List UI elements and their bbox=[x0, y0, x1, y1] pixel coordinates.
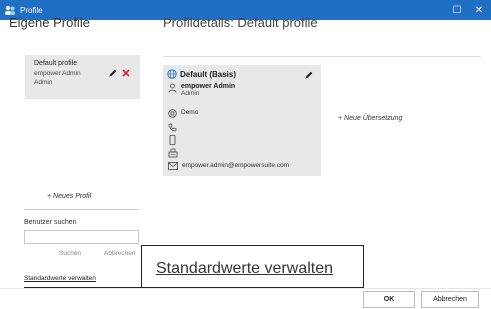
company-icon bbox=[168, 109, 177, 118]
new-translation-button[interactable]: + Neue Übersetzung bbox=[338, 115, 402, 122]
mail-icon bbox=[168, 162, 178, 170]
person-icon bbox=[168, 83, 177, 93]
mobile-phone-icon bbox=[169, 135, 176, 145]
translation-language: Default (Basis) bbox=[167, 69, 236, 79]
manage-defaults-callout: Standardwerte verwalten bbox=[141, 245, 364, 288]
email-row: empower.admin@empowersuite.com bbox=[168, 162, 289, 170]
user-name: empower Admin bbox=[181, 83, 236, 90]
manage-defaults-link[interactable]: Standardwerte verwalten bbox=[24, 275, 96, 282]
footer-divider bbox=[0, 288, 491, 289]
fax-icon bbox=[168, 148, 178, 158]
window-title: Profile bbox=[20, 5, 43, 15]
new-profile-button[interactable]: + Neues Profil bbox=[47, 193, 91, 200]
edit-pencil-icon[interactable] bbox=[304, 70, 314, 80]
company-row: Demo bbox=[168, 109, 198, 118]
callout-text: Standardwerte verwalten bbox=[156, 260, 333, 277]
own-profiles-heading: Eigene Profile bbox=[9, 15, 90, 30]
search-button[interactable]: Suchen bbox=[59, 250, 81, 257]
ok-button[interactable]: OK bbox=[363, 291, 415, 308]
user-search-input[interactable] bbox=[24, 230, 139, 244]
divider bbox=[24, 209, 139, 210]
language-label: Default (Basis) bbox=[180, 69, 237, 79]
cancel-button[interactable]: Abbrechen bbox=[421, 291, 479, 308]
fax-row bbox=[168, 148, 182, 158]
user-row: empower Admin Admin bbox=[168, 83, 235, 97]
cancel-search-button[interactable]: Abbrechen bbox=[104, 250, 135, 257]
delete-x-icon[interactable] bbox=[121, 68, 131, 78]
user-role: Admin bbox=[181, 90, 200, 97]
phone-icon bbox=[168, 123, 177, 132]
divider bbox=[163, 56, 481, 57]
translation-card[interactable]: Default (Basis) empower Admin Admin Demo bbox=[163, 65, 321, 176]
globe-icon bbox=[167, 69, 177, 79]
phone-row bbox=[168, 123, 181, 132]
profile-name: Default profile bbox=[34, 60, 78, 67]
user-search-label: Benutzer suchen bbox=[24, 219, 77, 226]
company-name: Demo bbox=[181, 109, 199, 116]
profile-details-heading: Profildetails: Default profile bbox=[163, 15, 318, 30]
edit-pencil-icon[interactable] bbox=[108, 68, 118, 78]
profile-list-item[interactable]: Default profile empower Admin Admin bbox=[25, 55, 140, 99]
close-button[interactable]: ✕ bbox=[469, 0, 489, 20]
mobile-row bbox=[168, 135, 181, 145]
profile-user: empower Admin bbox=[34, 70, 81, 77]
profile-role: Admin bbox=[34, 79, 53, 86]
email-address: empower.admin@empowersuite.com bbox=[182, 162, 290, 169]
maximize-button[interactable]: ☐ bbox=[447, 0, 467, 20]
